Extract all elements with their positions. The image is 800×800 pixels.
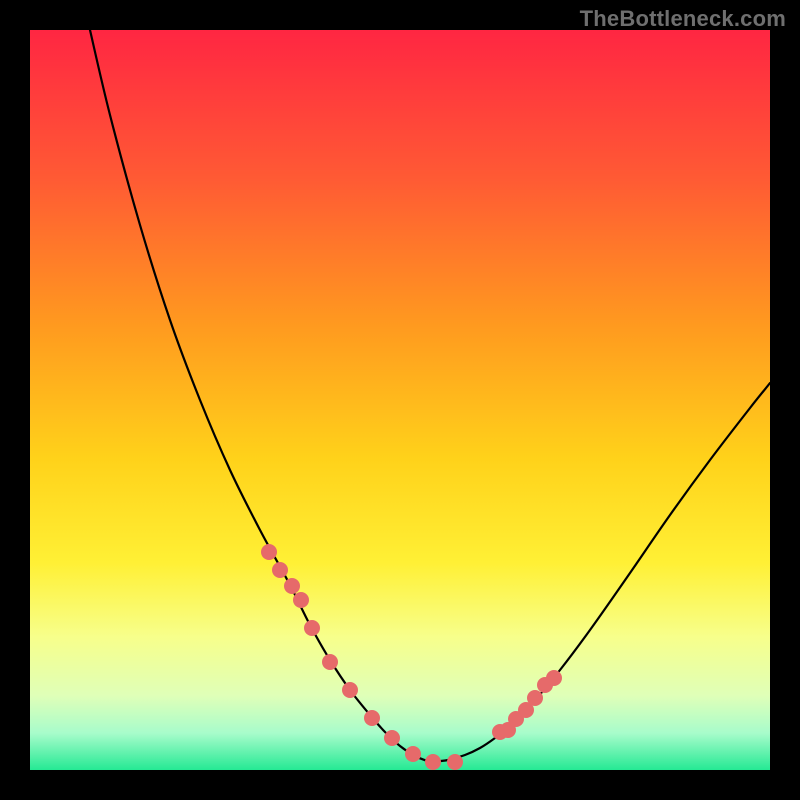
data-point [272, 562, 288, 578]
data-point [322, 654, 338, 670]
data-point [304, 620, 320, 636]
data-point [546, 670, 562, 686]
chart-svg [30, 30, 770, 770]
data-point [284, 578, 300, 594]
data-point [527, 690, 543, 706]
data-point [364, 710, 380, 726]
data-point [293, 592, 309, 608]
data-point [447, 754, 463, 770]
data-point [261, 544, 277, 560]
data-point [384, 730, 400, 746]
data-point [425, 754, 441, 770]
chart-frame: TheBottleneck.com [0, 0, 800, 800]
data-point [405, 746, 421, 762]
plot-area [30, 30, 770, 770]
data-point [342, 682, 358, 698]
watermark-text: TheBottleneck.com [580, 6, 786, 32]
gradient-background [30, 30, 770, 770]
